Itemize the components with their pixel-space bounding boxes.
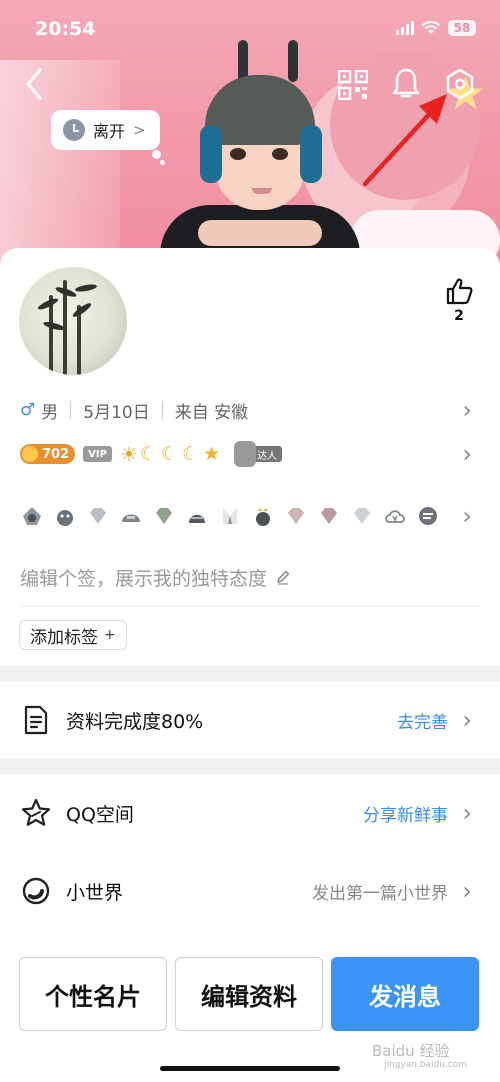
silver-diamond-medal-icon	[354, 508, 370, 524]
penguin-helmet-medal-icon	[23, 507, 41, 525]
small-world-action[interactable]: 发出第一篇小世界	[312, 879, 448, 904]
moon-level-icon: ☾	[160, 443, 178, 465]
battery-icon: 58	[448, 20, 476, 36]
chevron-right-icon: ›	[462, 799, 472, 827]
helmet-medal-icon	[122, 514, 140, 522]
birthday-text: 5月10日	[83, 402, 150, 423]
character-mouth	[252, 188, 272, 194]
away-status-label: 离开	[93, 122, 126, 141]
daren-badge: 达人	[234, 441, 283, 467]
completeness-action[interactable]: 去完善	[397, 708, 448, 733]
plus-icon: +	[104, 627, 116, 643]
moon-level-icon: ☾	[139, 443, 157, 465]
bamboo-leaf	[36, 296, 60, 312]
bubble-tail-dot-small	[160, 160, 165, 165]
pencil-icon	[277, 570, 290, 585]
character-headphone-left	[200, 125, 222, 183]
male-gender-icon: ♂	[20, 400, 36, 420]
profile-avatar[interactable]	[19, 267, 127, 375]
chevron-right-icon: >	[133, 121, 146, 139]
sun-level-icon: ☀	[119, 442, 138, 466]
bamboo-stalk	[49, 295, 53, 375]
daren-label: 达人	[252, 446, 283, 462]
bamboo-leaf	[71, 301, 93, 319]
baidu-watermark-url: jingyan.baidu.com	[384, 1060, 468, 1070]
daren-wing-icon	[234, 441, 257, 467]
profile-completeness-row[interactable]: 资料完成度80% 去完善 ›	[0, 684, 500, 756]
level-value: 702	[42, 446, 70, 462]
status-icons: 58	[396, 20, 476, 36]
section-gap	[0, 758, 500, 774]
banner-curtain	[0, 60, 120, 270]
divider	[70, 401, 72, 419]
personal-card-button[interactable]: 个性名片	[19, 957, 167, 1031]
location-text: 来自 安徽	[174, 402, 249, 423]
small-world-label: 小世界	[66, 881, 124, 904]
back-icon[interactable]	[20, 66, 50, 102]
chevron-right-icon: ›	[462, 396, 472, 424]
character-headphone-right	[300, 125, 322, 183]
moon-level-icon: ☾	[181, 443, 200, 465]
send-message-button[interactable]: 发消息	[331, 957, 479, 1031]
qzone-row[interactable]: QQ空间 分享新鲜事 ›	[0, 777, 500, 849]
character-eye-left	[230, 148, 246, 160]
gender-text: 男	[41, 402, 59, 423]
basic-info-row[interactable]: ♂ 男 5月10日 来自 安徽 ›	[0, 395, 500, 425]
star-level-icon: ★	[203, 443, 221, 465]
cloud-v-medal-icon	[385, 510, 405, 523]
character-eye-right	[272, 148, 288, 160]
divider	[161, 401, 163, 419]
add-tag-button[interactable]: 添加标签 +	[19, 620, 127, 650]
clock-icon	[63, 119, 85, 141]
pink-diamond-medal-icon	[288, 508, 304, 524]
knight-helmet-medal-icon	[189, 514, 205, 523]
diamond-medal-icon	[90, 508, 106, 524]
small-world-icon	[22, 877, 50, 905]
home-indicator[interactable]	[160, 1066, 340, 1071]
level-badges-row[interactable]: 702 VIP ☀ ☾ ☾ ☾ ★ 达人 ›	[0, 440, 500, 468]
divider	[20, 606, 480, 607]
status-time: 20:54	[35, 18, 96, 40]
bamboo-leaf	[74, 283, 98, 293]
rose-diamond-medal-icon	[321, 508, 337, 524]
chevron-right-icon: ›	[462, 877, 472, 905]
signature-placeholder: 编辑个签，展示我的独特态度	[20, 567, 268, 590]
bamboo-leaf	[42, 320, 66, 332]
section-gap	[0, 666, 500, 682]
thumbs-up-icon[interactable]	[444, 276, 474, 306]
signature-edit-row[interactable]: 编辑个签，展示我的独特态度	[0, 560, 500, 594]
chevron-right-icon: ›	[462, 502, 472, 530]
avatar-character[interactable]	[160, 40, 360, 270]
small-world-row[interactable]: 小世界 发出第一篇小世界 ›	[0, 855, 500, 927]
bubble-tail-dot	[152, 150, 161, 159]
green-diamond-medal-icon	[156, 508, 172, 524]
annotation-arrow-icon	[362, 94, 447, 187]
character-horn-right	[288, 40, 298, 82]
add-tag-label: 添加标签	[30, 627, 98, 648]
wifi-icon	[421, 21, 441, 34]
vip-badge: VIP	[83, 446, 112, 462]
document-icon	[24, 705, 48, 735]
like-count: 2	[454, 308, 464, 324]
coin-icon	[22, 446, 38, 462]
tuxedo-medal-icon	[223, 508, 237, 524]
completeness-label: 资料完成度80%	[66, 710, 204, 733]
edit-profile-button[interactable]: 编辑资料	[175, 957, 323, 1031]
away-status-pill[interactable]: 离开 >	[51, 110, 160, 150]
character-arms	[198, 220, 322, 246]
chevron-right-icon: ›	[462, 706, 472, 734]
qq-level-badge: 702	[20, 444, 76, 464]
penguin-medal-icon	[57, 510, 73, 526]
qzone-action[interactable]: 分享新鲜事	[363, 801, 448, 826]
crown-penguin-medal-icon	[256, 508, 270, 526]
chevron-right-icon: ›	[462, 440, 472, 468]
star-outline-icon	[21, 798, 51, 826]
medals-row[interactable]: ›	[0, 500, 500, 532]
baidu-watermark: Baidu 经验	[372, 1042, 450, 1060]
signal-icon	[396, 21, 414, 35]
qzone-label: QQ空间	[66, 803, 134, 826]
cf-game-medal-icon	[419, 507, 437, 525]
